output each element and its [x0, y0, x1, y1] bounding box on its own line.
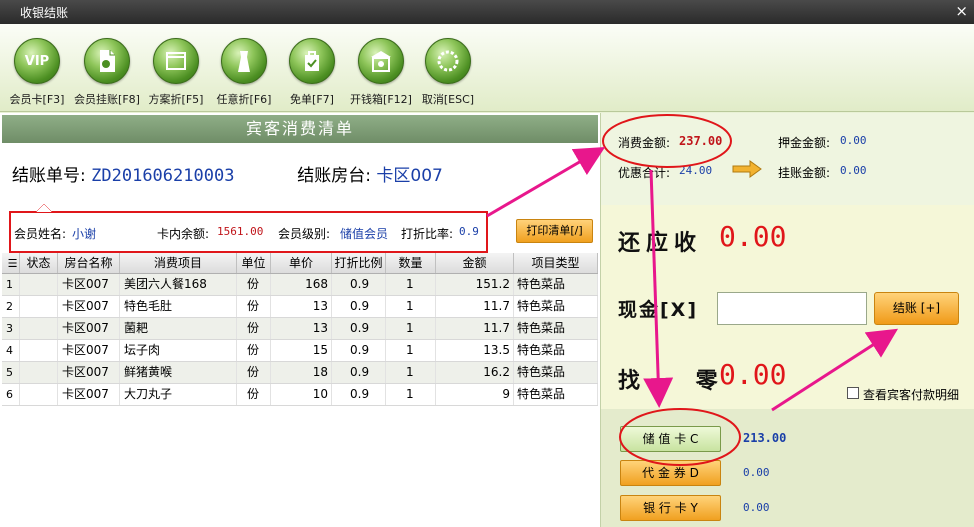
stored-value-amount: 213.00: [743, 431, 787, 445]
credit-amount: 0.00: [840, 164, 867, 177]
payment-detail-label: 查看宾客付款明细: [863, 388, 960, 402]
payment-entry: 还应收 0.00 现金[X] 结账 [+] 找 零 0.00 查看宾客付款明细: [601, 205, 974, 409]
member-info: 会员姓名: 小谢 卡内余额: 1561.00 会员级别: 储值会员 打折比率: …: [14, 225, 479, 241]
document-icon: [84, 38, 130, 84]
guest-consumption-panel: 宾客消费清单 结账单号: ZD201606210003 结账房台: 卡区007 …: [0, 113, 600, 527]
bill-no: ZD201606210003: [91, 166, 235, 186]
due-label: 还应收: [618, 231, 703, 256]
print-list-button[interactable]: 打印清单[/]: [516, 219, 593, 243]
arrow-right-icon: [732, 159, 762, 182]
payment-methods: 储 值 卡 C 213.00 代 金 券 D 0.00 银 行 卡 Y 0.00: [601, 409, 974, 527]
table-row[interactable]: 3 卡区007 菌耙 份 13 0.9 1 11.7 特色菜品: [2, 318, 598, 340]
checkout-panel: 消费金额: 237.00 押金金额: 0.00 优惠合计: 24.00 挂账金额…: [600, 113, 974, 527]
consumption-table: ☰ 状态 房台名称 消费项目 单位 单价 打折比例 数量 金额 项目类型 1 卡…: [2, 253, 598, 406]
member-level: 储值会员: [340, 227, 389, 241]
voucher-amount: 0.00: [743, 466, 770, 479]
bag-check-icon: [289, 38, 335, 84]
voucher-button[interactable]: 代 金 券 D: [620, 460, 721, 486]
table-row[interactable]: 1 卡区007 美团六人餐168 份 168 0.9 1 151.2 特色菜品: [2, 274, 598, 296]
table-header: ☰ 状态 房台名称 消费项目 单位 单价 打折比例 数量 金额 项目类型: [2, 253, 598, 274]
toolbar: VIP 会员卡[F3] 会员挂账[F8] 方案折[F5] 任意折[F6] 免单[…: [0, 24, 974, 112]
close-icon[interactable]: ×: [955, 2, 968, 20]
table-row[interactable]: 2 卡区007 特色毛肚 份 13 0.9 1 11.7 特色菜品: [2, 296, 598, 318]
bank-card-button[interactable]: 银 行 卡 Y: [620, 495, 721, 521]
table-row[interactable]: 6 卡区007 大刀丸子 份 10 0.9 1 9 特色菜品: [2, 384, 598, 406]
bill-no-label: 结账单号:: [12, 166, 86, 186]
window-title: 收银结账: [20, 6, 69, 20]
payment-detail-checkbox[interactable]: [847, 387, 859, 399]
checkout-button[interactable]: 结账 [+]: [874, 292, 959, 325]
cash-label: 现金[X]: [618, 299, 699, 321]
cancel-button[interactable]: 取消[ESC]: [413, 38, 483, 108]
due-amount: 0.00: [719, 220, 787, 253]
bill-info: 结账单号: ZD201606210003 结账房台: 卡区007: [12, 161, 592, 187]
table-row[interactable]: 4 卡区007 坛子肉 份 15 0.9 1 13.5 特色菜品: [2, 340, 598, 362]
discount-total: 24.00: [679, 164, 713, 177]
table-row[interactable]: 5 卡区007 鲜猪黄喉 份 18 0.9 1 16.2 特色菜品: [2, 362, 598, 384]
member-name: 小谢: [72, 227, 97, 241]
consume-amount: 237.00: [679, 134, 723, 148]
stored-value-card-button[interactable]: 储 值 卡 C: [620, 426, 721, 452]
room-label: 结账房台:: [297, 166, 371, 186]
bank-card-amount: 0.00: [743, 501, 770, 514]
member-discount: 0.9: [459, 225, 479, 238]
cashbox-icon: [358, 38, 404, 84]
vip-icon: VIP: [14, 38, 60, 84]
room-value: 卡区007: [376, 166, 443, 186]
cancel-icon: [425, 38, 471, 84]
cash-input[interactable]: [717, 292, 867, 325]
change-amount: 0.00: [719, 358, 787, 391]
deposit-amount: 0.00: [840, 134, 867, 147]
row-select-icon[interactable]: ☰: [2, 253, 20, 273]
shirt-icon: [221, 38, 267, 84]
panel-title: 宾客消费清单: [2, 115, 598, 143]
title-bar: 收银结账 ×: [0, 0, 974, 24]
amount-summary: 消费金额: 237.00 押金金额: 0.00 优惠合计: 24.00 挂账金额…: [601, 113, 974, 205]
window-icon: [153, 38, 199, 84]
member-balance: 1561.00: [217, 225, 264, 238]
